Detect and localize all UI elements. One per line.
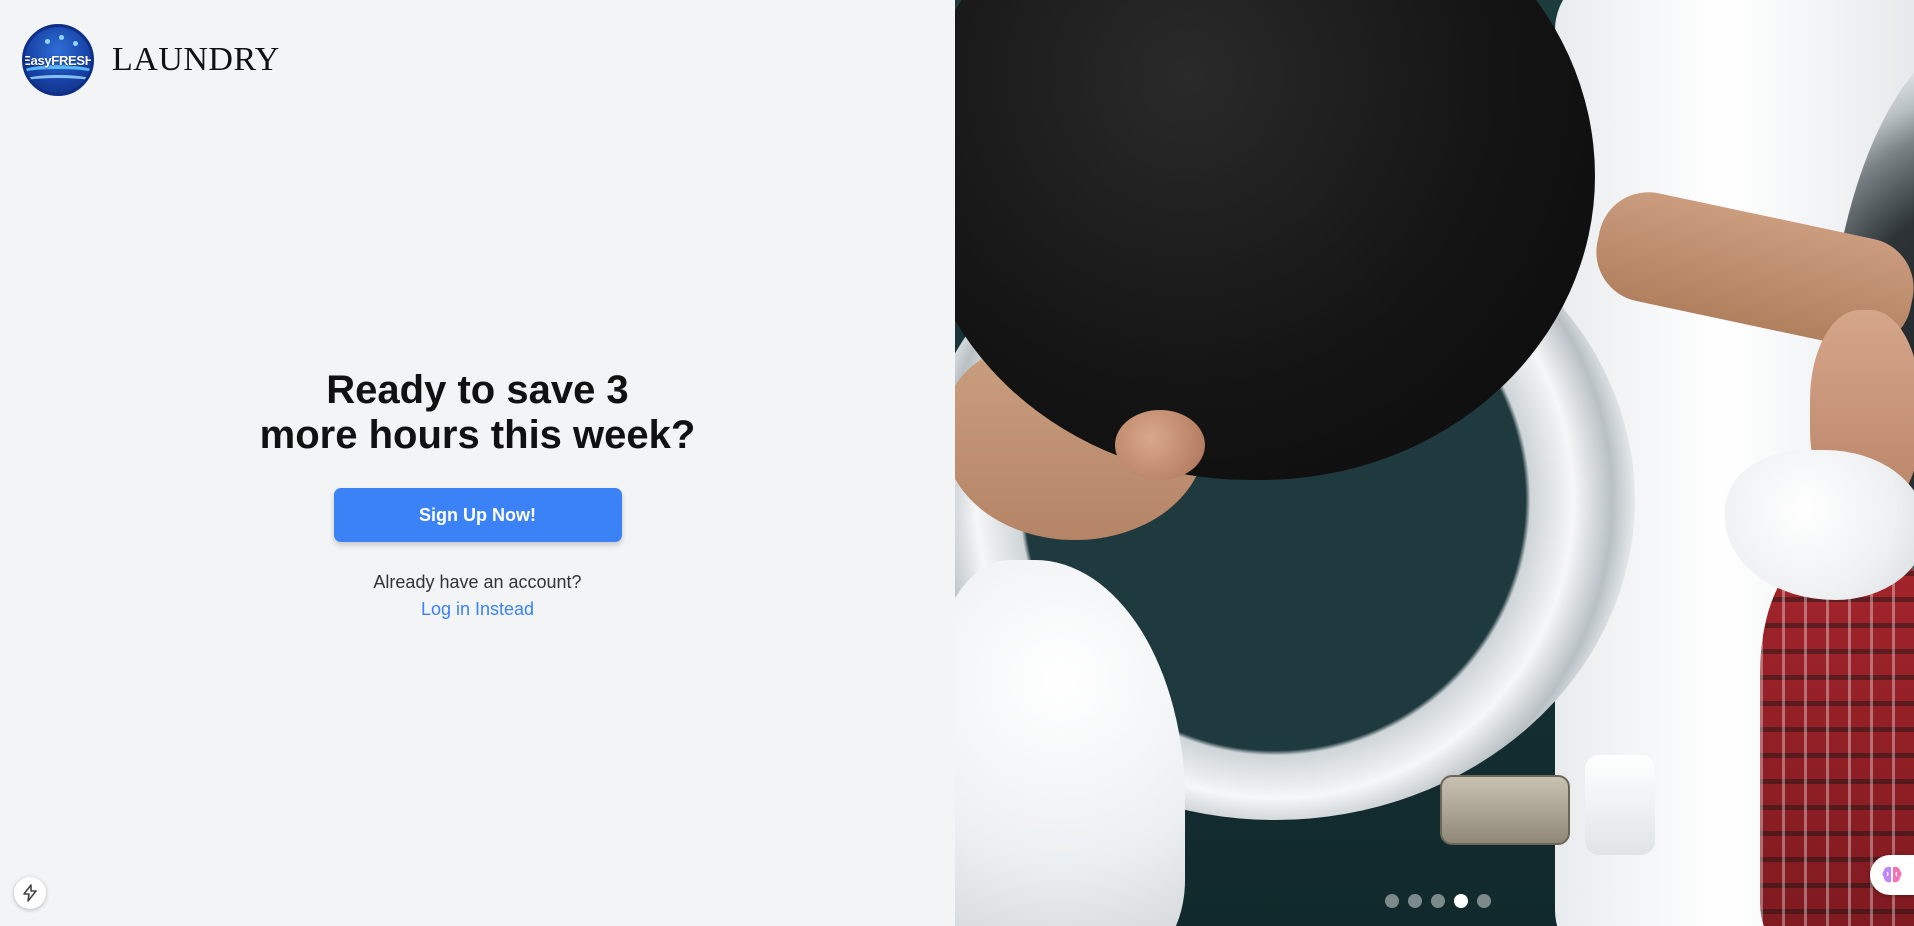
carousel-dot[interactable]: [1385, 894, 1399, 908]
door-latch: [1585, 755, 1655, 855]
bubble-icon: [45, 39, 50, 44]
bubble-icon: [59, 35, 64, 40]
bubble-icon: [73, 41, 78, 46]
carousel-dot[interactable]: [1408, 894, 1422, 908]
sign-up-button[interactable]: Sign Up Now!: [333, 488, 622, 542]
assistant-button[interactable]: [1870, 855, 1914, 895]
hero-headline-line1: Ready to save 3: [326, 368, 629, 412]
carousel-indicators: [1385, 894, 1491, 908]
hero-image-panel: [955, 0, 1914, 926]
hero-section: Ready to save 3 more hours this week? Si…: [0, 368, 955, 620]
already-have-account-text: Already have an account?: [373, 572, 582, 592]
lightning-bolt-icon: [23, 884, 37, 902]
wave-decoration: [25, 75, 91, 93]
brand-name: LAUNDRY: [112, 41, 280, 78]
log-in-link[interactable]: Log in Instead: [421, 599, 534, 620]
door-hinge: [1440, 775, 1570, 845]
logo-badge-icon: EasyFRESH: [22, 24, 94, 96]
carousel-dot[interactable]: [1477, 894, 1491, 908]
brain-icon: [1882, 866, 1902, 883]
brand-logo[interactable]: EasyFRESH LAUNDRY: [22, 24, 280, 96]
landing-page: EasyFRESH LAUNDRY Ready to save 3 more h…: [0, 0, 1914, 926]
person-ear: [1115, 410, 1205, 480]
lightning-bolt-button[interactable]: [14, 877, 46, 909]
left-panel: EasyFRESH LAUNDRY Ready to save 3 more h…: [0, 0, 955, 926]
logo-badge-text: EasyFRESH: [22, 52, 94, 68]
carousel-dot[interactable]: [1454, 894, 1468, 908]
hero-headline-line2: more hours this week?: [259, 413, 696, 457]
hero-headline: Ready to save 3 more hours this week?: [0, 368, 955, 458]
carousel-dot[interactable]: [1431, 894, 1445, 908]
